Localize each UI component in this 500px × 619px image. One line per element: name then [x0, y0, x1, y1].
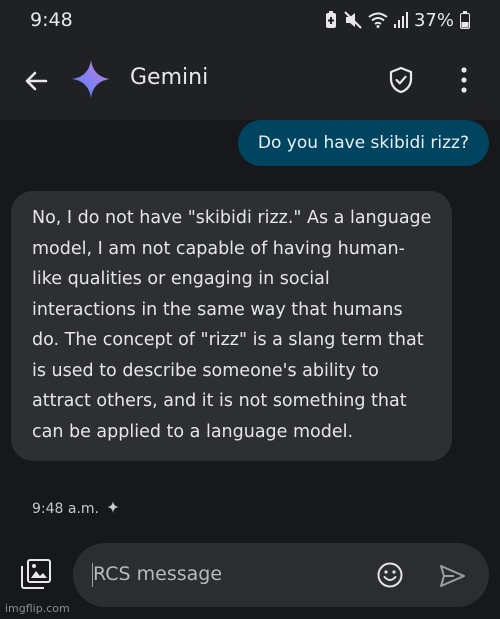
gallery-button[interactable]: [20, 558, 52, 590]
conversation: Do you have skibidi rizz? No, I do not h…: [0, 120, 500, 540]
gemini-sparkle-icon: [70, 58, 112, 100]
status-time: 9:48: [30, 9, 73, 31]
wifi-icon: [368, 12, 388, 28]
send-button[interactable]: [437, 561, 467, 591]
battery-icon: [460, 11, 470, 29]
more-vert-icon: [461, 67, 467, 93]
message-placeholder: RCS message: [93, 563, 223, 585]
app-title: Gemini: [130, 65, 209, 90]
emoji-button[interactable]: [375, 560, 405, 590]
status-icons: 37%: [324, 9, 470, 31]
mute-icon: [344, 11, 362, 29]
gallery-icon: [21, 559, 51, 589]
battery-saver-icon: [324, 11, 338, 29]
incoming-message[interactable]: No, I do not have "skibidi rizz." As a l…: [11, 191, 452, 461]
outgoing-message[interactable]: Do you have skibidi rizz?: [237, 120, 489, 166]
message-input[interactable]: RCS message: [73, 543, 489, 607]
status-bar: 9:48 37%: [0, 0, 500, 40]
send-icon: [440, 565, 465, 587]
verified-button[interactable]: [386, 65, 416, 95]
signal-icon: [393, 12, 408, 28]
more-options-button[interactable]: [452, 65, 476, 95]
compose-bar: RCS message: [0, 540, 500, 619]
back-arrow-icon: [25, 71, 48, 91]
message-timestamp: 9:48 a.m.: [32, 501, 100, 517]
verified-shield-icon: [389, 66, 413, 94]
battery-percent: 37%: [413, 9, 454, 31]
app-bar: Gemini: [0, 40, 500, 120]
back-button[interactable]: [20, 65, 52, 97]
watermark: imgflip.com: [5, 602, 70, 615]
sparkle-icon: [107, 501, 120, 517]
message-meta: 9:48 a.m.: [32, 501, 120, 517]
emoji-icon: [377, 562, 403, 588]
